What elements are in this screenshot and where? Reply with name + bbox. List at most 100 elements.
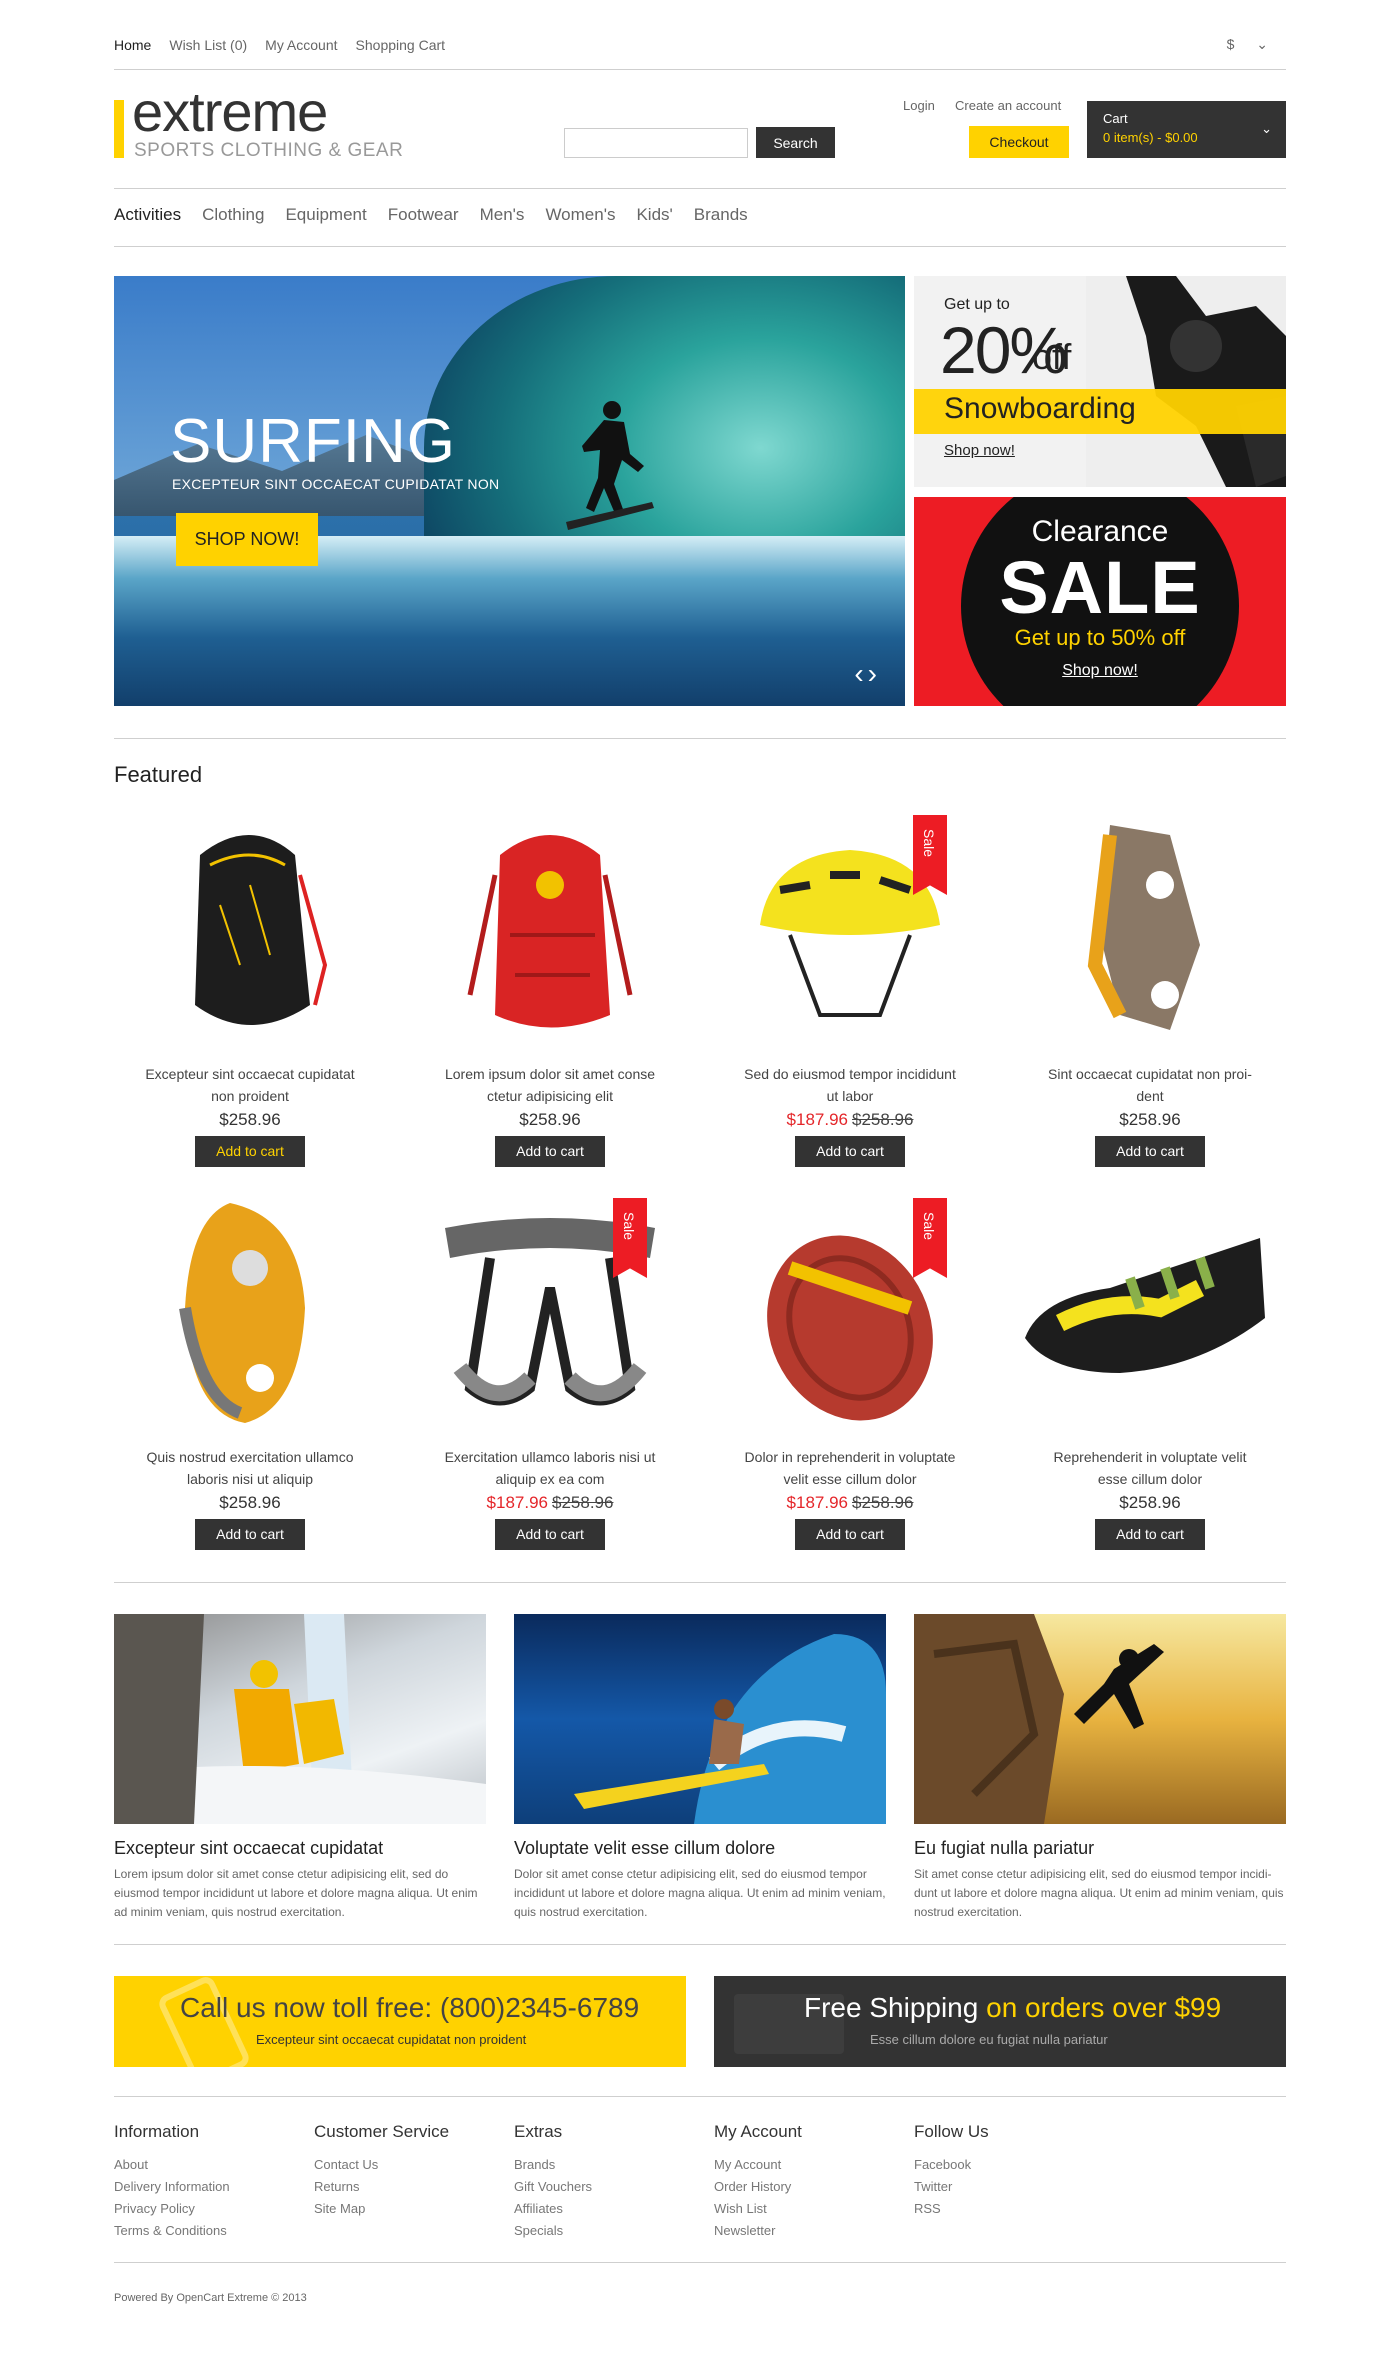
- menu-item-activities[interactable]: Activities: [114, 205, 181, 225]
- checkout-button[interactable]: Checkout: [969, 126, 1069, 158]
- footer-link[interactable]: My Account: [714, 2154, 904, 2176]
- footer-link[interactable]: Newsletter: [714, 2220, 904, 2242]
- footer-link[interactable]: Delivery Information: [114, 2176, 304, 2198]
- hero-shop-button[interactable]: SHOP NOW!: [176, 513, 318, 566]
- footer-heading: My Account: [714, 2122, 802, 2141]
- top-nav-home[interactable]: Home: [114, 37, 151, 53]
- product-image[interactable]: [1000, 1198, 1300, 1434]
- product-card[interactable]: Quis nostrud exercitation ullamco labori…: [100, 1198, 400, 1550]
- product-name[interactable]: Sed do eiusmod tempor incididunt ut labo…: [700, 1063, 1000, 1107]
- product-name[interactable]: Exercitation ullamco laboris nisi ut ali…: [400, 1446, 700, 1490]
- add-to-cart-button[interactable]: Add to cart: [495, 1136, 605, 1167]
- top-nav-wishlist[interactable]: Wish List (0): [169, 37, 247, 53]
- add-to-cart-button[interactable]: Add to cart: [195, 1136, 305, 1167]
- add-to-cart-button[interactable]: Add to cart: [495, 1519, 605, 1550]
- footer-link[interactable]: Twitter: [914, 2176, 1104, 2198]
- add-to-cart-button[interactable]: Add to cart: [195, 1519, 305, 1550]
- product-name[interactable]: Reprehenderit in voluptate velit esse ci…: [1000, 1446, 1300, 1490]
- product-image[interactable]: Sale: [400, 1198, 700, 1434]
- product-card[interactable]: Excepteur sint occaecat cupidatat non pr…: [100, 815, 400, 1167]
- footer-link[interactable]: About: [114, 2154, 304, 2176]
- add-to-cart-button[interactable]: Add to cart: [795, 1519, 905, 1550]
- sale-line3: Get up to 50% off: [1014, 625, 1186, 650]
- footer-link[interactable]: Wish List: [714, 2198, 904, 2220]
- divider: [114, 1582, 1286, 1583]
- footer-link[interactable]: Specials: [514, 2220, 704, 2242]
- article-card[interactable]: Excepteur sint occaecat cupidatat Lorem …: [114, 1614, 486, 1922]
- footer-col-follow-us: Follow Us Facebook Twitter RSS: [914, 2122, 1104, 2220]
- add-to-cart-button[interactable]: Add to cart: [1095, 1136, 1205, 1167]
- top-nav-account[interactable]: My Account: [265, 37, 337, 53]
- footer-link[interactable]: Affiliates: [514, 2198, 704, 2220]
- article-card[interactable]: Eu fugiat nulla pariatur Sit amet conse …: [914, 1614, 1286, 1922]
- search-button[interactable]: Search: [756, 127, 835, 158]
- chevron-right-icon[interactable]: ›: [868, 658, 881, 689]
- shipping-promo[interactable]: Free Shipping on orders over $99 Esse ci…: [714, 1976, 1286, 2067]
- product-name[interactable]: Dolor in reprehenderit in voluptate veli…: [700, 1446, 1000, 1490]
- call-promo[interactable]: Call us now toll free: (800)2345-6789 Ex…: [114, 1976, 686, 2067]
- login-link[interactable]: Login: [903, 98, 935, 113]
- footer-link[interactable]: Order History: [714, 2176, 904, 2198]
- shipping-title-b: on orders over $99: [978, 1992, 1222, 2023]
- footer-link[interactable]: Returns: [314, 2176, 504, 2198]
- footer-link[interactable]: Brands: [514, 2154, 704, 2176]
- article-image[interactable]: [514, 1614, 886, 1824]
- footer-link[interactable]: Contact Us: [314, 2154, 504, 2176]
- create-account-link[interactable]: Create an account: [955, 98, 1061, 113]
- footer-link[interactable]: RSS: [914, 2198, 1104, 2220]
- product-card[interactable]: Reprehenderit in voluptate velit esse ci…: [1000, 1198, 1300, 1550]
- menu-item-clothing[interactable]: Clothing: [202, 205, 264, 225]
- article-title[interactable]: Eu fugiat nulla pariatur: [914, 1838, 1286, 1859]
- product-name[interactable]: Excepteur sint occaecat cupidatat non pr…: [100, 1063, 400, 1107]
- search-input[interactable]: [564, 128, 748, 158]
- sale-shop-link[interactable]: Shop now!: [914, 662, 1286, 680]
- menu-item-womens[interactable]: Women's: [545, 205, 615, 225]
- product-card[interactable]: Sale Exercitation ullamco laboris nisi u…: [400, 1198, 700, 1550]
- product-name[interactable]: Lorem ipsum dolor sit amet conse ctetur …: [400, 1063, 700, 1107]
- menu-item-footwear[interactable]: Footwear: [388, 205, 459, 225]
- snow-shop-link[interactable]: Shop now!: [944, 442, 1015, 459]
- logo-title[interactable]: extreme: [132, 80, 328, 144]
- product-name[interactable]: Sint occaecat cupidatat non proi-dent: [1000, 1063, 1300, 1107]
- product-card[interactable]: Sale Dolor in reprehenderit in voluptate…: [700, 1198, 1000, 1550]
- product-image[interactable]: [100, 815, 400, 1051]
- clearance-sale-banner[interactable]: Clearance SALE Get up to 50% off Shop no…: [914, 497, 1286, 706]
- product-image[interactable]: [100, 1198, 400, 1434]
- product-name[interactable]: Quis nostrud exercitation ullamco labori…: [100, 1446, 400, 1490]
- product-image[interactable]: [400, 815, 700, 1051]
- cart-dropdown[interactable]: Cart 0 item(s) - $0.00 ⌄: [1087, 101, 1286, 158]
- price-old: $258.96: [552, 1493, 614, 1512]
- snowboarding-banner[interactable]: Get up to 20% off Snowboarding Shop now!: [914, 276, 1286, 487]
- add-to-cart-button[interactable]: Add to cart: [1095, 1519, 1205, 1550]
- top-nav-cart[interactable]: Shopping Cart: [356, 37, 446, 53]
- article-image[interactable]: [114, 1614, 486, 1824]
- product-image[interactable]: [1000, 815, 1300, 1051]
- product-price: $187.96 $258.96: [400, 1493, 700, 1513]
- article-title[interactable]: Excepteur sint occaecat cupidatat: [114, 1838, 486, 1859]
- hero-slider[interactable]: SURFING EXCEPTEUR SINT OCCAECAT CUPIDATA…: [114, 276, 905, 706]
- sale-tag: Sale: [913, 1198, 947, 1278]
- product-image[interactable]: Sale: [700, 815, 1000, 1051]
- product-price: $258.96: [1000, 1110, 1300, 1130]
- menu-item-brands[interactable]: Brands: [694, 205, 748, 225]
- chevron-left-icon[interactable]: ‹: [854, 658, 867, 689]
- footer-link[interactable]: Terms & Conditions: [114, 2220, 304, 2242]
- product-image[interactable]: Sale: [700, 1198, 1000, 1434]
- menu-item-mens[interactable]: Men's: [480, 205, 525, 225]
- product-card[interactable]: Lorem ipsum dolor sit amet conse ctetur …: [400, 815, 700, 1167]
- product-price: $258.96: [100, 1493, 400, 1513]
- footer-link[interactable]: Site Map: [314, 2198, 504, 2220]
- menu-item-kids[interactable]: Kids': [636, 205, 672, 225]
- currency-selector[interactable]: $ ⌄: [1227, 36, 1286, 53]
- menu-item-equipment[interactable]: Equipment: [285, 205, 366, 225]
- footer-link[interactable]: Privacy Policy: [114, 2198, 304, 2220]
- product-card[interactable]: Sint occaecat cupidatat non proi-dent $2…: [1000, 815, 1300, 1167]
- article-title[interactable]: Voluptate velit esse cillum dolore: [514, 1838, 886, 1859]
- add-to-cart-button[interactable]: Add to cart: [795, 1136, 905, 1167]
- article-image[interactable]: [914, 1614, 1286, 1824]
- product-card[interactable]: Sale Sed do eiusmod tempor incididunt ut…: [700, 815, 1000, 1167]
- footer-link[interactable]: Gift Vouchers: [514, 2176, 704, 2198]
- article-card[interactable]: Voluptate velit esse cillum dolore Dolor…: [514, 1614, 886, 1922]
- footer-link[interactable]: Facebook: [914, 2154, 1104, 2176]
- slider-arrows: ‹›: [854, 658, 881, 690]
